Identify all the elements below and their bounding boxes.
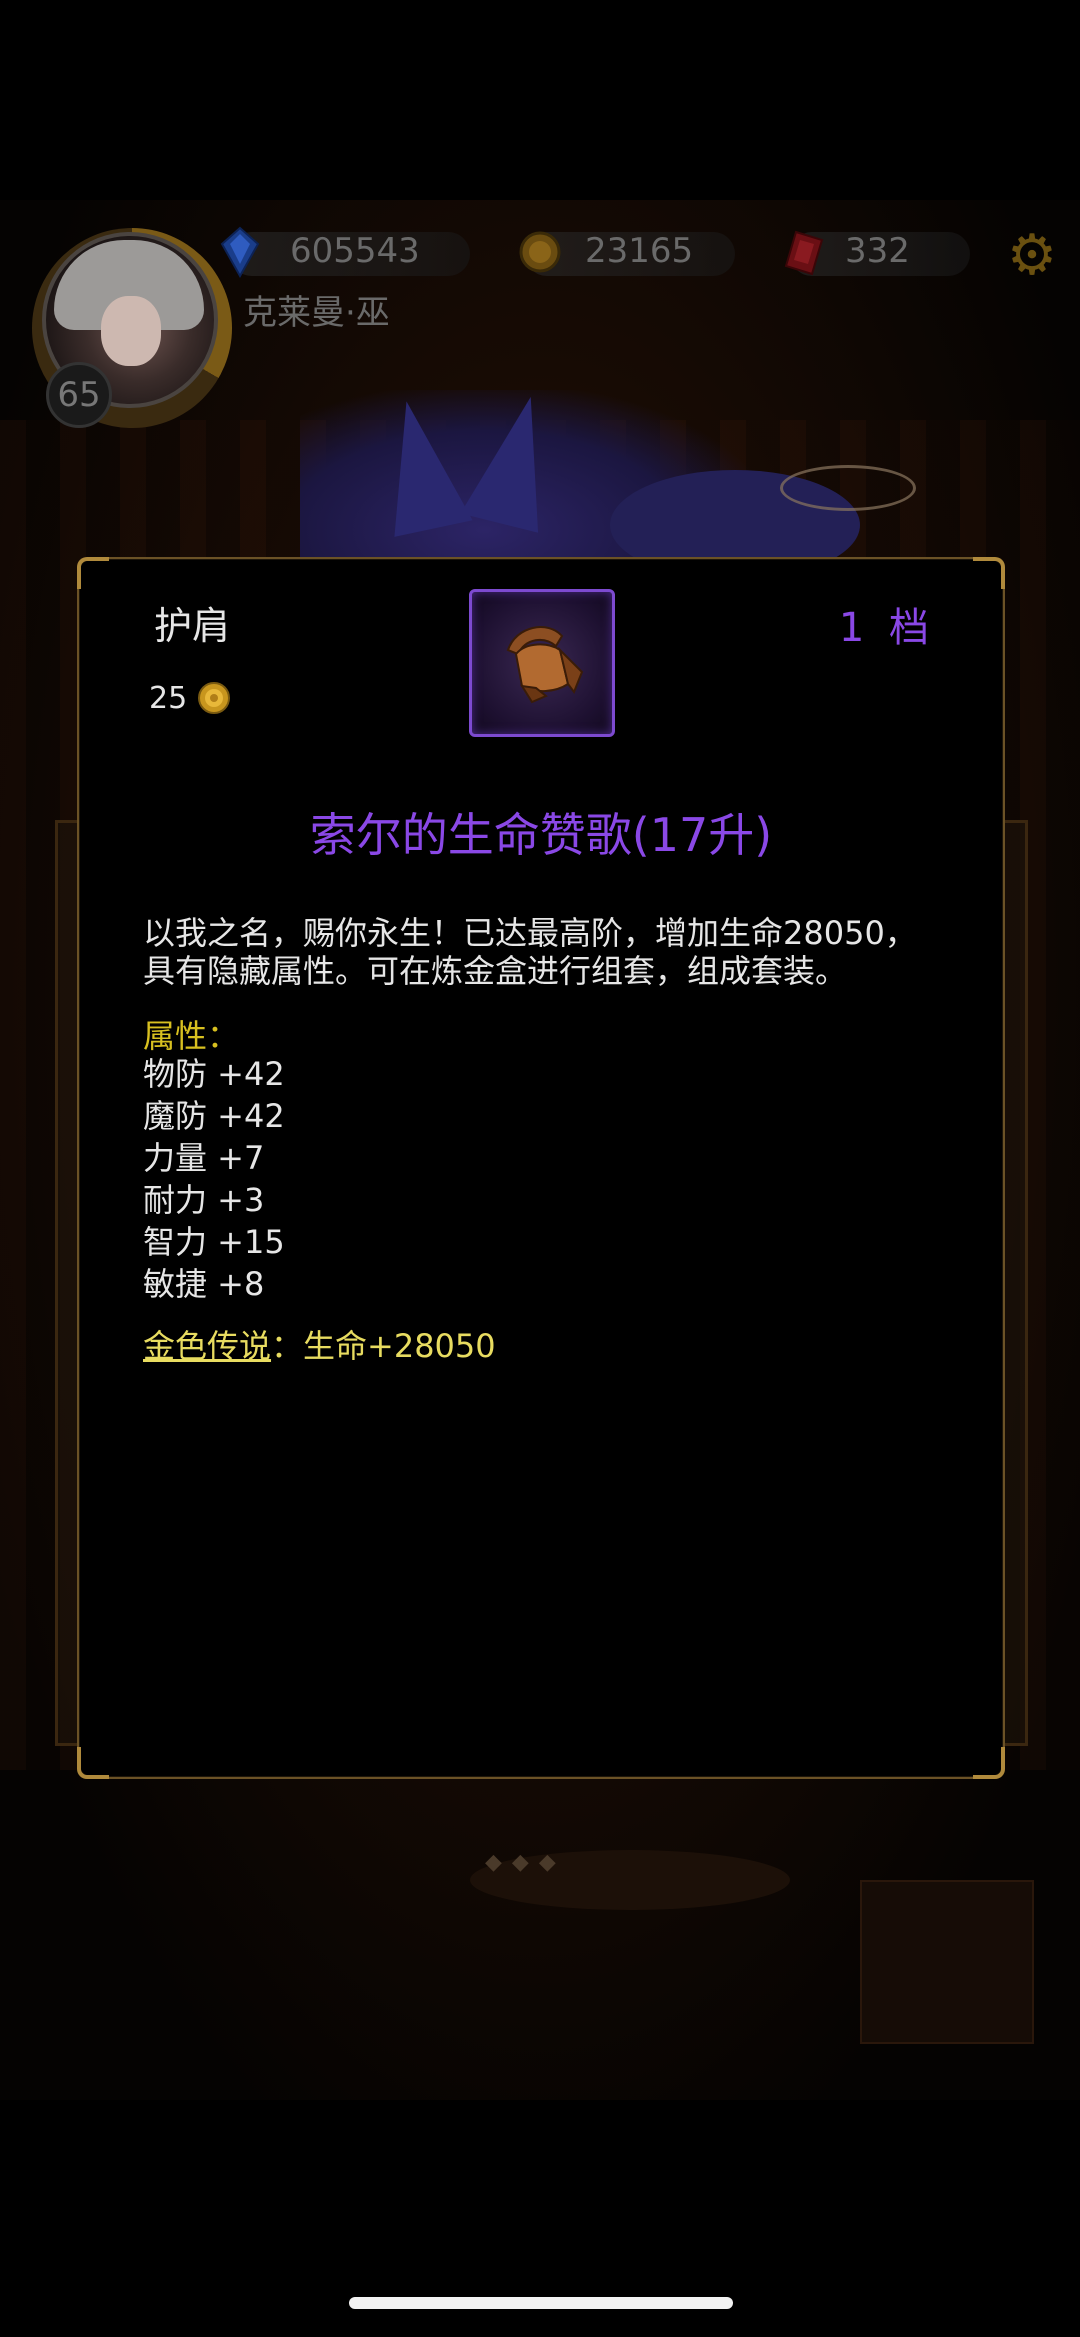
red-crystal-icon xyxy=(784,230,824,276)
legendary-bonus: 金色传说：生命+28050 xyxy=(143,1321,496,1367)
equipment-slot-label: 护肩 xyxy=(154,604,231,648)
frame-corner-top-right xyxy=(973,557,1005,589)
gold-count: 23165 xyxy=(585,231,694,271)
gold-coin-icon xyxy=(198,682,230,714)
attribute-row: 智力 +15 xyxy=(143,1223,285,1261)
attributes-heading: 属性： xyxy=(143,1017,240,1055)
level-badge: 65 xyxy=(46,362,112,428)
attribute-row: 敏捷 +8 xyxy=(143,1265,265,1303)
attribute-row: 魔防 +42 xyxy=(143,1097,285,1135)
player-name: 克莱曼·巫 xyxy=(243,293,390,333)
item-name: 索尔的生命赞歌(17升) xyxy=(309,808,773,862)
page-dots: ◆◆◆ xyxy=(485,1850,566,1875)
item-detail-dialog: 护肩 25 1 档 索尔的生命赞歌(17升) 以我之名，赐你永生！已达最高阶，增… xyxy=(77,557,1005,1779)
attribute-row: 物防 +42 xyxy=(143,1055,285,1093)
crystal-count: 332 xyxy=(845,231,910,271)
blue-gem-icon xyxy=(220,226,260,278)
legendary-bonus-value: ：生命+28050 xyxy=(271,1327,496,1365)
frame-corner-bottom-right xyxy=(973,1747,1005,1779)
shoulder-armor-icon xyxy=(506,626,584,704)
attribute-row: 耐力 +3 xyxy=(143,1181,265,1219)
avatar-face xyxy=(101,296,161,366)
item-image-frame xyxy=(469,589,615,737)
frame-corner-top-left xyxy=(77,557,109,589)
legendary-bonus-link[interactable]: 金色传说 xyxy=(143,1327,271,1365)
gear-icon[interactable]: ⚙ xyxy=(1004,228,1060,284)
rope-decoration xyxy=(780,465,916,511)
home-indicator[interactable] xyxy=(349,2297,733,2309)
item-price: 25 xyxy=(149,681,188,716)
gem-count: 605543 xyxy=(290,231,420,271)
frame-corner-bottom-left xyxy=(77,1747,109,1779)
attributes-list: 物防 +42 魔防 +42 力量 +7 耐力 +3 智力 +15 敏捷 +8 xyxy=(143,1053,285,1305)
gold-coin-icon xyxy=(519,231,561,273)
attribute-row: 力量 +7 xyxy=(143,1139,265,1177)
item-description: 以我之名，赐你永生！已达最高阶，增加生命28050，具有隐藏属性。可在炼金盒进行… xyxy=(143,914,917,990)
game-screen: ◆◆◆ 65 605543 23165 332 克莱曼·巫 ⚙ 护肩 25 1 … xyxy=(0,0,1080,2337)
stool-decoration xyxy=(860,1880,1034,2044)
item-tier: 1 档 xyxy=(838,605,935,651)
